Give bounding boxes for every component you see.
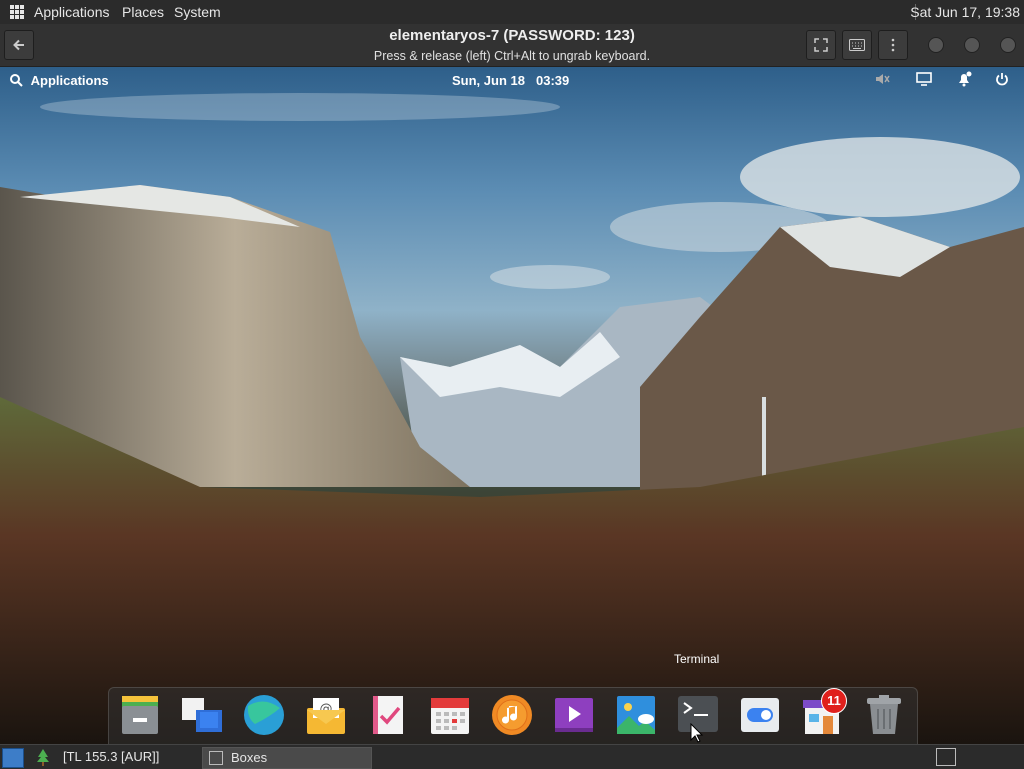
tree-icon[interactable] <box>36 748 50 766</box>
vm-header-bar: elementaryos-7 (PASSWORD: 123) Press & r… <box>0 24 1024 67</box>
appcenter-badge: 11 <box>821 688 847 714</box>
app-grid-icon[interactable] <box>10 5 24 19</box>
keyboard-icon <box>849 39 865 51</box>
display-icon[interactable] <box>914 71 934 91</box>
guest-desktop[interactable]: Applications Sun, Jun 18 03:39 Terminal <box>0 67 1024 744</box>
tasks-icon <box>373 696 403 734</box>
menu-button[interactable] <box>878 30 908 60</box>
workspace-switcher-icon[interactable] <box>936 748 956 766</box>
guest-time[interactable]: 03:39 <box>536 73 569 88</box>
dock-tooltip: Terminal <box>674 652 720 666</box>
dock-item-calendar[interactable] <box>429 694 471 736</box>
menu-system[interactable]: System <box>174 4 221 20</box>
dock-item-appcenter[interactable]: 11 <box>801 688 847 736</box>
fullscreen-icon <box>814 38 828 52</box>
guest-top-panel: Applications Sun, Jun 18 03:39 <box>0 67 1024 95</box>
tl-applet-label[interactable]: [TL 155.3 [AUR]] <box>63 749 159 764</box>
notifications-icon[interactable] <box>954 71 974 91</box>
taskbar-item-label: Boxes <box>231 750 268 765</box>
dock-item-multitasking[interactable] <box>181 694 223 736</box>
boxes-app-icon <box>209 751 223 765</box>
power-icon[interactable] <box>992 71 1012 91</box>
more-vertical-icon <box>891 38 895 52</box>
dock-item-videos[interactable] <box>553 694 595 736</box>
dock-item-music[interactable] <box>491 694 533 736</box>
maximize-button[interactable] <box>964 37 980 53</box>
multitasking-icon <box>182 698 222 732</box>
videos-icon <box>555 698 593 732</box>
dock-item-mail[interactable]: @ <box>305 694 347 736</box>
settings-toggle-icon <box>741 698 779 732</box>
mouse-cursor-icon <box>690 723 704 743</box>
trash-icon <box>867 695 901 734</box>
menu-applications[interactable]: Applications <box>34 4 110 20</box>
minimize-button[interactable] <box>928 37 944 53</box>
guest-applications-menu[interactable]: Applications <box>10 73 109 88</box>
dock-item-files[interactable] <box>119 694 161 736</box>
sound-muted-icon[interactable] <box>872 71 892 91</box>
dock-item-tasks[interactable] <box>367 694 409 736</box>
dock-item-photos[interactable] <box>615 694 657 736</box>
host-top-panel: Applications Places System Sat Jun 17, 1… <box>0 0 1024 24</box>
dock-item-web[interactable] <box>243 694 285 736</box>
taskbar-item-boxes[interactable]: Boxes <box>202 747 372 769</box>
guest-applications-label: Applications <box>30 73 109 88</box>
search-icon <box>10 74 23 87</box>
web-browser-icon <box>244 695 284 735</box>
host-taskbar: [TL 155.3 [AUR]] Boxes <box>0 744 1024 769</box>
close-button[interactable] <box>1000 37 1016 53</box>
photos-icon <box>617 696 655 734</box>
music-icon <box>492 695 532 735</box>
calendar-icon <box>431 698 469 734</box>
dock-item-trash[interactable] <box>863 694 905 736</box>
show-desktop-icon[interactable] <box>2 748 24 768</box>
keyboard-button[interactable] <box>842 30 872 60</box>
files-icon <box>122 696 158 734</box>
guest-date[interactable]: Sun, Jun 18 <box>452 73 525 88</box>
menu-places[interactable]: Places <box>122 4 164 20</box>
wallpaper-image <box>0 93 1024 744</box>
mail-icon: @ <box>307 698 345 734</box>
dock: @ 11 <box>108 687 918 744</box>
host-clock[interactable]: Sat Jun 17, 19:38 <box>910 4 1020 20</box>
dock-item-settings[interactable] <box>739 694 781 736</box>
fullscreen-button[interactable] <box>806 30 836 60</box>
